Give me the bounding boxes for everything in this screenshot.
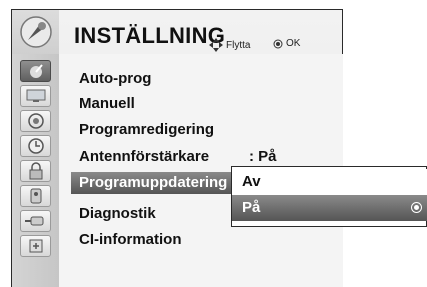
clock-icon[interactable] — [20, 135, 51, 157]
page-title: INSTÄLLNING — [74, 23, 226, 48]
category-header-area — [12, 10, 59, 54]
menu-item-diagnostik[interactable]: Diagnostik — [79, 205, 156, 222]
lock-icon[interactable] — [20, 160, 51, 182]
option-popup: Av På — [231, 166, 427, 227]
option-av-label: Av — [242, 173, 261, 190]
menu-item-programuppdatering[interactable]: Programuppdatering — [71, 172, 231, 194]
antenna-icon[interactable] — [20, 60, 51, 82]
arrows-icon — [209, 38, 223, 52]
ok-hint: OK — [273, 38, 300, 49]
usb-icon[interactable] — [20, 235, 51, 257]
category-sidebar — [12, 54, 59, 287]
option-av[interactable]: Av — [232, 169, 427, 195]
move-hint-label: Flytta — [226, 39, 251, 51]
menu-item-antennforstarkare[interactable]: Antennförstärkare — [79, 148, 209, 165]
option-pa-label: På — [242, 199, 261, 216]
option-icon[interactable] — [20, 185, 51, 207]
ok-button-icon — [273, 39, 283, 48]
menu-header: INSTÄLLNING Flytta OK — [59, 10, 342, 54]
settings-category-icon — [20, 16, 52, 48]
option-pa[interactable]: På — [232, 195, 427, 221]
ok-hint-label: OK — [286, 38, 301, 49]
radio-selected-icon — [411, 202, 422, 213]
menu-item-ci-information[interactable]: CI-information — [79, 231, 182, 248]
move-hint: Flytta — [209, 38, 250, 52]
menu-item-programredigering[interactable]: Programredigering — [79, 121, 214, 138]
antenna-value: : På — [249, 148, 277, 165]
input-icon[interactable] — [20, 210, 51, 232]
menu-item-manuell[interactable]: Manuell — [79, 95, 135, 112]
audio-icon[interactable] — [20, 110, 51, 132]
tv-picture-icon[interactable] — [20, 85, 51, 107]
menu-item-auto-prog[interactable]: Auto-prog — [79, 70, 151, 87]
